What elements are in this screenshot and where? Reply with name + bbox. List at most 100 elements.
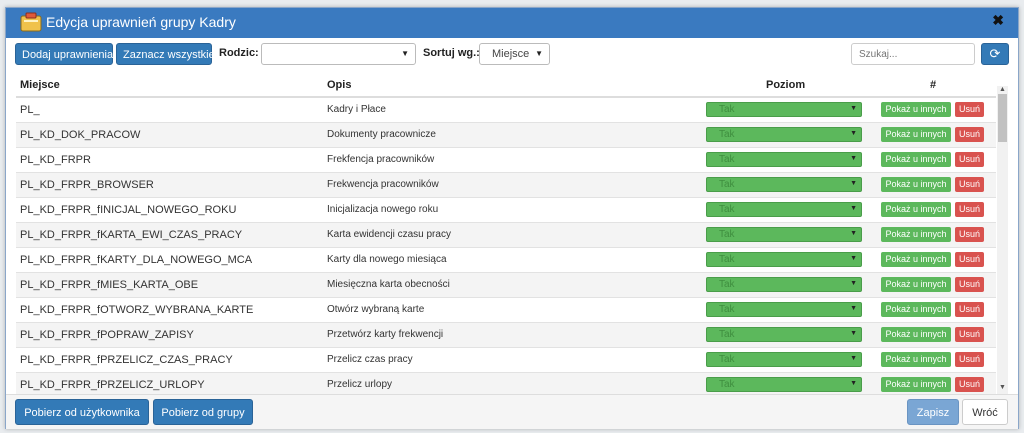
add-permissions-button[interactable]: Dodaj uprawnienia [15, 43, 113, 65]
table-row[interactable]: PL_ Kadry i Płace Tak ▼ Pokaż u innych Usuń [16, 98, 996, 123]
show-in-others-button[interactable]: Pokaż u innych [881, 327, 951, 342]
close-icon[interactable]: ✖ [992, 12, 1004, 29]
chevron-down-icon: ▼ [850, 255, 857, 262]
delete-button[interactable]: Usuń [955, 277, 984, 292]
level-select-value: Tak [719, 379, 735, 390]
show-in-others-button[interactable]: Pokaż u innych [881, 302, 951, 317]
fetch-from-user-button[interactable]: Pobierz od użytkownika [15, 399, 149, 425]
chevron-down-icon: ▼ [850, 105, 857, 112]
level-select-value: Tak [719, 354, 735, 365]
row-desc: Kadry i Płace [327, 104, 386, 115]
delete-button[interactable]: Usuń [955, 377, 984, 392]
show-in-others-button[interactable]: Pokaż u innych [881, 352, 951, 367]
delete-button[interactable]: Usuń [955, 302, 984, 317]
show-in-others-button[interactable]: Pokaż u innych [881, 102, 951, 117]
delete-button[interactable]: Usuń [955, 152, 984, 167]
chevron-down-icon: ▼ [850, 355, 857, 362]
delete-button[interactable]: Usuń [955, 102, 984, 117]
table-header: Miejsce Opis Poziom # [16, 74, 996, 98]
table-scrollbar[interactable]: ▲ ▼ [997, 86, 1008, 394]
show-in-others-button[interactable]: Pokaż u innych [881, 202, 951, 217]
row-desc: Inicjalizacja nowego roku [327, 204, 439, 215]
table-body: PL_ Kadry i Płace Tak ▼ Pokaż u innych Usuń PL… [16, 98, 996, 394]
save-button[interactable]: Zapisz [907, 399, 959, 425]
delete-button[interactable]: Usuń [955, 202, 984, 217]
level-select-value: Tak [719, 329, 735, 340]
row-place: PL_KD_FRPR_fOTWORZ_WYBRANA_KARTE [20, 304, 254, 316]
row-desc: Dokumenty pracownicze [327, 129, 436, 140]
level-select-value: Tak [719, 179, 735, 190]
chevron-down-icon: ▼ [850, 130, 857, 137]
level-select[interactable]: Tak ▼ [706, 102, 862, 117]
level-select-value: Tak [719, 154, 735, 165]
chevron-down-icon: ▼ [850, 380, 857, 387]
level-select[interactable]: Tak ▼ [706, 302, 862, 317]
table-row[interactable]: PL_KD_FRPR_fPRZELICZ_URLOPY Przelicz urlo… [16, 373, 996, 394]
show-in-others-button[interactable]: Pokaż u innych [881, 227, 951, 242]
scroll-down-icon[interactable]: ▼ [997, 384, 1008, 394]
row-place: PL_KD_FRPR_fKARTY_DLA_NOWEGO_MCA [20, 254, 253, 266]
level-select[interactable]: Tak ▼ [706, 277, 862, 292]
table-row[interactable]: PL_KD_FRPR Frekfencja pracowników Tak ▼ Poka… [16, 148, 996, 173]
show-in-others-button[interactable]: Pokaż u innych [881, 277, 951, 292]
level-select[interactable]: Tak ▼ [706, 252, 862, 267]
delete-button[interactable]: Usuń [955, 352, 984, 367]
scroll-thumb[interactable] [998, 94, 1007, 142]
table-row[interactable]: PL_KD_DOK_PRACOW Dokumenty pracownicze Tak… [16, 123, 996, 148]
delete-button[interactable]: Usuń [955, 177, 984, 192]
row-place: PL_KD_FRPR [20, 154, 91, 166]
show-in-others-button[interactable]: Pokaż u innych [881, 152, 951, 167]
folder-briefcase-icon [20, 12, 42, 32]
dialog-title: Edycja uprawnień grupy Kadry [46, 14, 236, 30]
level-select-value: Tak [719, 104, 735, 115]
chevron-down-icon: ▼ [850, 230, 857, 237]
row-place: PL_ [20, 104, 40, 116]
level-select[interactable]: Tak ▼ [706, 227, 862, 242]
table-row[interactable]: PL_KD_FRPR_fOTWORZ_WYBRANA_KARTE Otwórz w… [16, 298, 996, 323]
level-select[interactable]: Tak ▼ [706, 177, 862, 192]
level-select[interactable]: Tak ▼ [706, 152, 862, 167]
delete-button[interactable]: Usuń [955, 327, 984, 342]
chevron-down-icon: ▼ [850, 330, 857, 337]
row-place: PL_KD_FRPR_BROWSER [20, 179, 154, 191]
table-row[interactable]: PL_KD_FRPR_fPOPRAW_ZAPISY Przetwórz karty… [16, 323, 996, 348]
select-all-button[interactable]: Zaznacz wszystkie [116, 43, 215, 65]
table-row[interactable]: PL_KD_FRPR_fPRZELICZ_CZAS_PRACY Przelicz … [16, 348, 996, 373]
level-select[interactable]: Tak ▼ [706, 127, 862, 142]
level-select-value: Tak [719, 254, 735, 265]
delete-button[interactable]: Usuń [955, 127, 984, 142]
table-row[interactable]: PL_KD_FRPR_fMIES_KARTA_OBE Miesięczna kar… [16, 273, 996, 298]
chevron-down-icon: ▼ [535, 49, 543, 58]
row-place: PL_KD_FRPR_fPRZELICZ_URLOPY [20, 379, 205, 391]
sort-select[interactable]: Miejsce ▼ [479, 43, 550, 65]
header-place: Miejsce [20, 79, 60, 91]
level-select[interactable]: Tak ▼ [706, 327, 862, 342]
chevron-down-icon: ▼ [850, 180, 857, 187]
search-input[interactable] [851, 43, 975, 65]
row-desc: Frekwencja pracowników [327, 179, 439, 190]
dialog-titlebar: Edycja uprawnień grupy Kadry ✖ [6, 8, 1018, 38]
table-row[interactable]: PL_KD_FRPR_fKARTY_DLA_NOWEGO_MCA Karty dl… [16, 248, 996, 273]
table-row[interactable]: PL_KD_FRPR_fKARTA_EWI_CZAS_PRACY Karta ew… [16, 223, 996, 248]
level-select[interactable]: Tak ▼ [706, 377, 862, 392]
header-desc: Opis [327, 79, 352, 91]
level-select[interactable]: Tak ▼ [706, 352, 862, 367]
show-in-others-button[interactable]: Pokaż u innych [881, 177, 951, 192]
level-select[interactable]: Tak ▼ [706, 202, 862, 217]
show-in-others-button[interactable]: Pokaż u innych [881, 252, 951, 267]
parent-select[interactable]: ▼ [261, 43, 416, 65]
row-place: PL_KD_FRPR_fINICJAL_NOWEGO_ROKU [20, 204, 237, 216]
level-select-value: Tak [719, 129, 735, 140]
table-row[interactable]: PL_KD_FRPR_fINICJAL_NOWEGO_ROKU Inicjaliz… [16, 198, 996, 223]
show-in-others-button[interactable]: Pokaż u innych [881, 377, 951, 392]
permissions-dialog: Edycja uprawnień grupy Kadry ✖ Dodaj upr… [5, 7, 1019, 429]
back-button[interactable]: Wróć [962, 399, 1008, 425]
fetch-from-group-button[interactable]: Pobierz od grupy [153, 399, 253, 425]
show-in-others-button[interactable]: Pokaż u innych [881, 127, 951, 142]
refresh-icon: ⟳ [989, 46, 1001, 61]
refresh-button[interactable]: ⟳ [981, 43, 1009, 65]
table-row[interactable]: PL_KD_FRPR_BROWSER Frekwencja pracowników… [16, 173, 996, 198]
delete-button[interactable]: Usuń [955, 227, 984, 242]
parent-label: Rodzic: [219, 47, 259, 59]
delete-button[interactable]: Usuń [955, 252, 984, 267]
